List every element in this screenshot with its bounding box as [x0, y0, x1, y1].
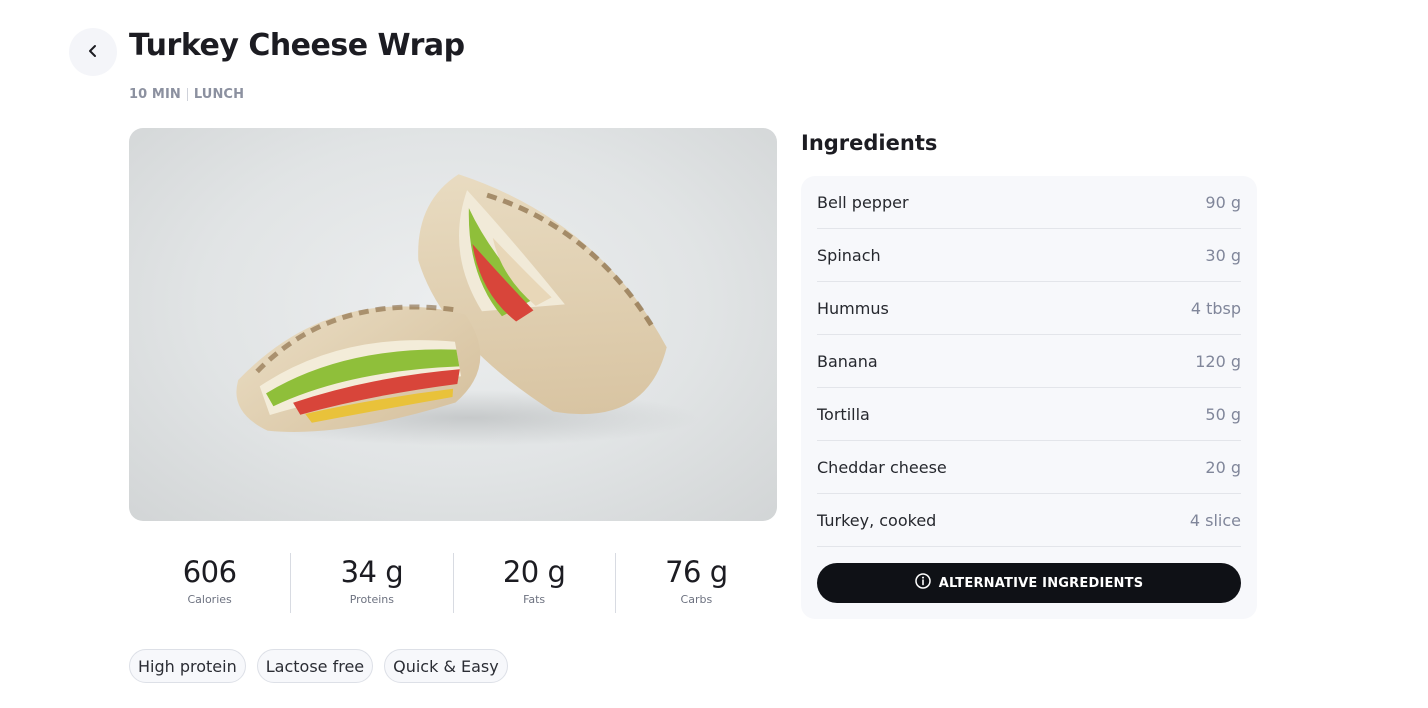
ingredient-name: Cheddar cheese — [817, 457, 947, 477]
stat-fats: 20 g Fats — [454, 553, 616, 613]
ingredient-quantity: 90 g — [1205, 192, 1241, 212]
recipe-tags: High protein Lactose free Quick & Easy — [129, 649, 508, 683]
ingredient-name: Spinach — [817, 245, 881, 265]
ingredient-row: Bell pepper 90 g — [817, 176, 1241, 229]
ingredient-name: Banana — [817, 351, 878, 371]
meal-type: LUNCH — [193, 87, 245, 102]
ingredient-quantity: 20 g — [1205, 457, 1241, 477]
ingredient-name: Bell pepper — [817, 192, 909, 212]
prep-time: 10 MIN — [129, 87, 181, 102]
ingredient-quantity: 30 g — [1205, 245, 1241, 265]
stat-value: 20 g — [502, 555, 566, 589]
ingredient-quantity: 50 g — [1205, 404, 1241, 424]
ingredients-heading: Ingredients — [801, 131, 938, 155]
ingredient-quantity: 4 slice — [1189, 510, 1241, 530]
ingredient-row: Cheddar cheese 20 g — [817, 441, 1241, 494]
ingredients-card: Bell pepper 90 g Spinach 30 g Hummus 4 t… — [801, 176, 1257, 619]
ingredient-row: Banana 120 g — [817, 335, 1241, 388]
recipe-meta: 10 MIN LUNCH — [129, 87, 244, 102]
stat-label: Fats — [523, 593, 546, 606]
stat-proteins: 34 g Proteins — [291, 553, 454, 613]
stat-value: 606 — [182, 555, 237, 589]
stat-carbs: 76 g Carbs — [616, 553, 777, 613]
page-title: Turkey Cheese Wrap — [129, 28, 465, 63]
ingredient-row: Tortilla 50 g — [817, 388, 1241, 441]
stat-value: 76 g — [665, 555, 728, 589]
stat-calories: 606 Calories — [129, 553, 292, 613]
recipe-photo — [129, 128, 777, 521]
ingredient-quantity: 4 tbsp — [1190, 298, 1241, 318]
ingredient-row: Hummus 4 tbsp — [817, 282, 1241, 335]
stat-label: Proteins — [349, 593, 395, 606]
chevron-left-icon — [86, 43, 100, 62]
ingredient-name: Turkey, cooked — [817, 510, 937, 530]
ingredient-quantity: 120 g — [1195, 351, 1241, 371]
alternative-ingredients-label: ALTERNATIVE INGREDIENTS — [938, 575, 1144, 591]
ingredient-name: Tortilla — [817, 404, 870, 424]
stat-value: 34 g — [340, 555, 404, 589]
stat-label: Calories — [187, 593, 232, 606]
back-button[interactable] — [69, 28, 117, 76]
ingredient-name: Hummus — [817, 298, 889, 318]
alternative-ingredients-button[interactable]: ALTERNATIVE INGREDIENTS — [817, 563, 1241, 603]
ingredient-row: Spinach 30 g — [817, 229, 1241, 282]
tag-quick-easy[interactable]: Quick & Easy — [384, 649, 508, 683]
tag-lactose-free[interactable]: Lactose free — [256, 649, 374, 683]
info-circle-icon — [914, 573, 931, 593]
tag-high-protein[interactable]: High protein — [129, 649, 246, 683]
nutrition-stats: 606 Calories 34 g Proteins 20 g Fats 76 … — [129, 553, 777, 613]
ingredient-row: Turkey, cooked 4 slice — [817, 494, 1241, 547]
meta-divider — [186, 88, 188, 101]
stat-label: Carbs — [680, 593, 713, 606]
